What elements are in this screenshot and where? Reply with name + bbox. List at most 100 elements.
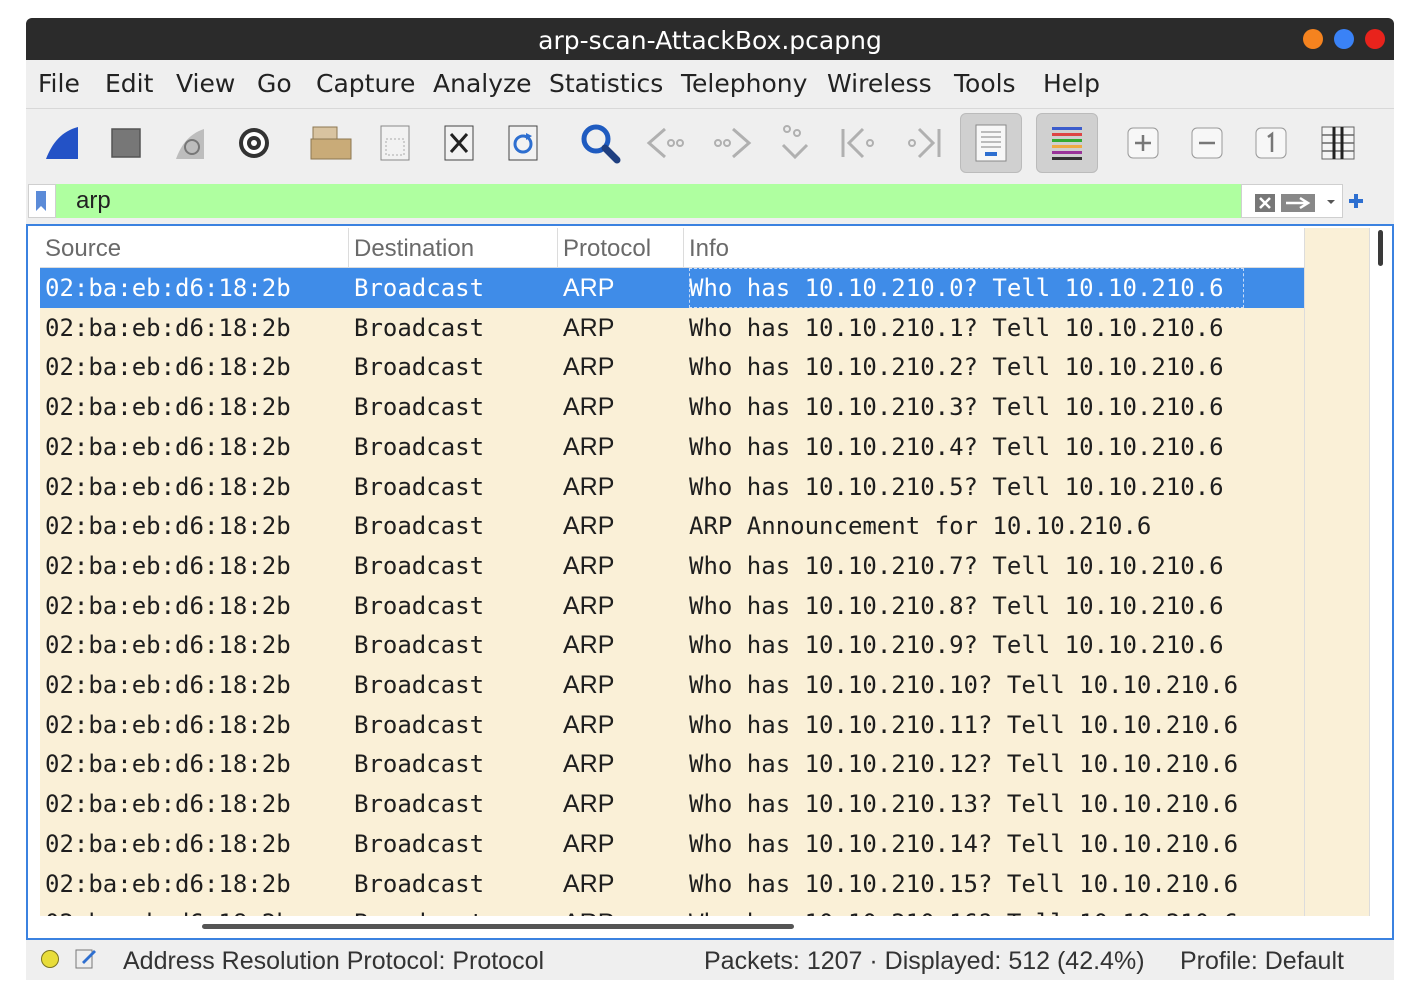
menu-view[interactable]: View: [176, 69, 235, 98]
stop-capture-button[interactable]: [98, 113, 154, 173]
menu-telephony[interactable]: Telephony: [681, 69, 807, 98]
add-filter-button-icon[interactable]: [1346, 191, 1366, 211]
cell-destination: Broadcast: [354, 353, 485, 381]
menu-tools[interactable]: Tools: [954, 69, 1016, 98]
menu-edit[interactable]: Edit: [105, 69, 153, 98]
start-capture-icon: [46, 127, 78, 159]
menu-file[interactable]: File: [38, 69, 80, 98]
cell-destination: Broadcast: [354, 314, 485, 342]
chevron-down-icon[interactable]: [1326, 198, 1336, 206]
table-row[interactable]: 02:ba:eb:d6:18:2b Broadcast ARP Who has 10.…: [40, 387, 1304, 427]
packet-list: Source Destination Protocol Info 02:ba:e…: [26, 224, 1394, 940]
zoom-out-icon: [1191, 127, 1223, 159]
status-profile[interactable]: Profile: Default: [1180, 947, 1344, 976]
table-row[interactable]: 02:ba:eb:d6:18:2b Broadcast ARP Who has 10.…: [40, 903, 1304, 916]
go-back-button[interactable]: [639, 113, 695, 173]
column-header-protocol[interactable]: Protocol: [558, 228, 684, 268]
column-header-destination[interactable]: Destination: [349, 228, 558, 268]
table-row[interactable]: 02:ba:eb:d6:18:2b Broadcast ARP Who has 10.…: [40, 308, 1304, 348]
resize-columns-button[interactable]: [1310, 113, 1366, 173]
table-row[interactable]: 02:ba:eb:d6:18:2b Broadcast ARP Who has 10.…: [40, 784, 1304, 824]
vertical-scrollbar-thumb[interactable]: [1378, 230, 1383, 266]
go-to-packet-button[interactable]: [767, 113, 823, 173]
column-header-info[interactable]: Info: [684, 228, 1304, 268]
table-row[interactable]: 02:ba:eb:d6:18:2b Broadcast ARP Who has 10.…: [40, 427, 1304, 467]
cell-destination: Broadcast: [354, 903, 484, 916]
wireshark-window: arp-scan-AttackBox.pcapng File Edit View…: [26, 18, 1394, 980]
go-back-icon: [646, 127, 684, 159]
cell-protocol: ARP: [563, 314, 615, 342]
capture-comment-icon[interactable]: [74, 946, 98, 970]
find-packet-button[interactable]: [572, 113, 628, 173]
start-capture-button[interactable]: [34, 113, 90, 173]
minimize-button[interactable]: [1303, 29, 1323, 49]
menu-bar: File Edit View Go Capture Analyze Statis…: [26, 60, 1394, 108]
table-row[interactable]: 02:ba:eb:d6:18:2b Broadcast ARP Who has 10.…: [40, 824, 1304, 864]
table-row[interactable]: 02:ba:eb:d6:18:2b Broadcast ARP Who has 10.…: [40, 347, 1304, 387]
cell-source: 02:ba:eb:d6:18:2b: [45, 512, 291, 540]
apply-filter-icon[interactable]: [1280, 193, 1316, 213]
cell-info: Who has 10.10.210.4? Tell 10.10.210.6: [689, 433, 1224, 461]
table-row[interactable]: 02:ba:eb:d6:18:2b Broadcast ARP Who has 10.…: [40, 864, 1304, 904]
go-to-packet-icon: [781, 125, 809, 160]
table-row[interactable]: 02:ba:eb:d6:18:2b Broadcast ARP Who has 10.…: [40, 665, 1304, 705]
find-packet-icon: [581, 124, 621, 164]
close-file-button[interactable]: [431, 113, 487, 173]
table-row[interactable]: 02:ba:eb:d6:18:2b Broadcast ARP Who has 10.…: [40, 467, 1304, 507]
colorize-button[interactable]: [1036, 113, 1098, 173]
table-row[interactable]: 02:ba:eb:d6:18:2b Broadcast ARP Who has 10.…: [40, 625, 1304, 665]
cell-info: ARP Announcement for 10.10.210.6: [689, 512, 1152, 540]
status-field-info: Address Resolution Protocol: Protocol: [123, 947, 545, 975]
cell-protocol: ARP: [563, 393, 615, 421]
open-file-button[interactable]: [303, 113, 359, 173]
horizontal-scrollbar[interactable]: [28, 916, 1370, 938]
maximize-button[interactable]: [1334, 29, 1354, 49]
table-row[interactable]: 02:ba:eb:d6:18:2b Broadcast ARP Who has 10.…: [40, 705, 1304, 745]
cell-destination: Broadcast: [354, 393, 485, 421]
go-forward-icon: [714, 127, 752, 159]
zoom-out-button[interactable]: [1179, 113, 1235, 173]
packet-rows: 02:ba:eb:d6:18:2b Broadcast ARP Who has 10.…: [40, 268, 1304, 916]
table-row[interactable]: 02:ba:eb:d6:18:2b Broadcast ARP Who has 10.…: [40, 546, 1304, 586]
menu-analyze[interactable]: Analyze: [433, 69, 532, 98]
cell-info: Who has 10.10.210.14? Tell 10.10.210.6: [689, 830, 1239, 858]
menu-go[interactable]: Go: [257, 69, 292, 98]
cell-destination: Broadcast: [354, 274, 485, 302]
display-filter-input[interactable]: [56, 184, 1241, 218]
reload-file-button[interactable]: [495, 113, 551, 173]
cell-info: Who has 10.10.210.5? Tell 10.10.210.6: [689, 473, 1224, 501]
go-forward-button[interactable]: [703, 113, 759, 173]
restart-capture-button[interactable]: [162, 113, 218, 173]
resize-columns-icon: [1321, 126, 1355, 160]
first-packet-button[interactable]: [831, 113, 887, 173]
menu-wireless[interactable]: Wireless: [827, 69, 932, 98]
table-row[interactable]: 02:ba:eb:d6:18:2b Broadcast ARP Who has 10.…: [40, 268, 1304, 308]
cell-protocol: ARP: [563, 711, 615, 739]
cell-protocol: ARP: [563, 790, 615, 818]
save-file-button[interactable]: [367, 113, 423, 173]
expert-info-indicator[interactable]: [41, 950, 59, 968]
menu-capture[interactable]: Capture: [316, 69, 415, 98]
table-row[interactable]: 02:ba:eb:d6:18:2b Broadcast ARP ARP Announc…: [40, 506, 1304, 546]
clear-filter-icon[interactable]: [1254, 193, 1276, 213]
cell-source: 02:ba:eb:d6:18:2b: [45, 433, 291, 461]
last-packet-button[interactable]: [895, 113, 951, 173]
vertical-scrollbar[interactable]: [1370, 228, 1392, 938]
capture-options-button[interactable]: [226, 113, 282, 173]
main-toolbar: [26, 108, 1394, 180]
table-row[interactable]: 02:ba:eb:d6:18:2b Broadcast ARP Who has 10.…: [40, 744, 1304, 784]
packet-minimap[interactable]: [1304, 228, 1370, 916]
horizontal-scrollbar-thumb[interactable]: [202, 924, 794, 929]
menu-help[interactable]: Help: [1043, 69, 1100, 98]
menu-statistics[interactable]: Statistics: [549, 69, 663, 98]
close-button[interactable]: [1365, 29, 1385, 49]
normal-size-button[interactable]: [1243, 113, 1299, 173]
cell-source: 02:ba:eb:d6:18:2b: [45, 473, 291, 501]
zoom-in-button[interactable]: [1115, 113, 1171, 173]
filter-bookmark-button[interactable]: [28, 184, 56, 218]
autoscroll-button[interactable]: [960, 113, 1022, 173]
column-header-source[interactable]: Source: [40, 228, 349, 268]
cell-info: Who has 10.10.210.7? Tell 10.10.210.6: [689, 552, 1224, 580]
table-row[interactable]: 02:ba:eb:d6:18:2b Broadcast ARP Who has 10.…: [40, 586, 1304, 626]
cell-protocol: ARP: [563, 671, 615, 699]
